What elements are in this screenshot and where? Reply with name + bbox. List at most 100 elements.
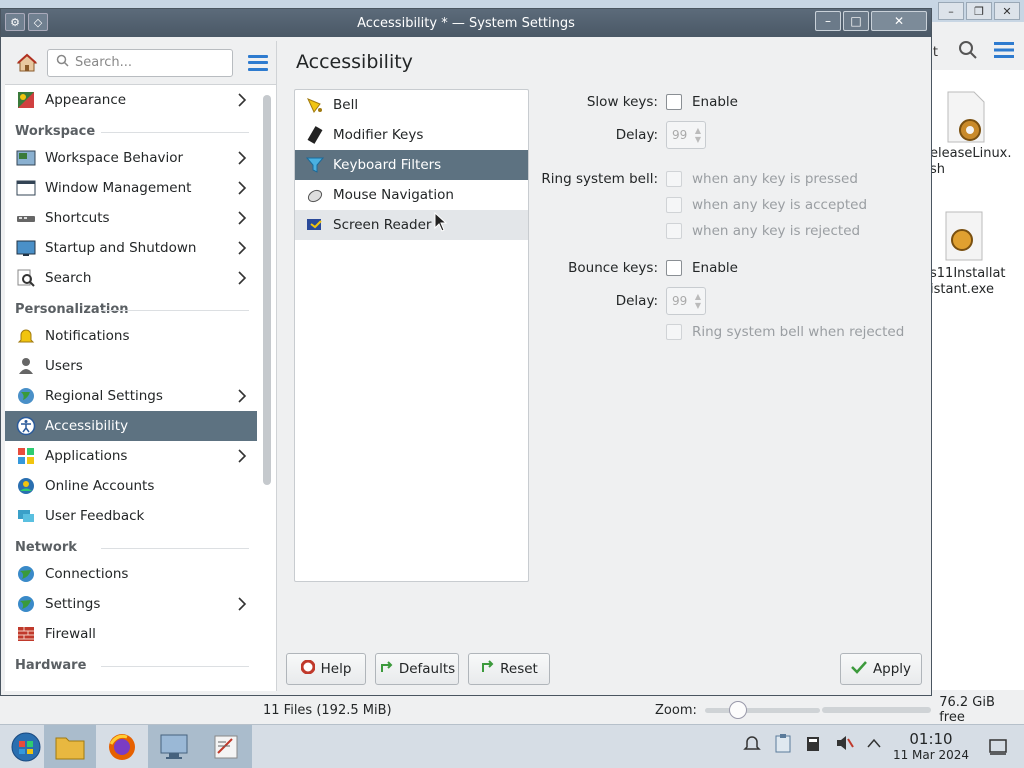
slow-delay-spinbox[interactable]: 99 ▲ ▼ [666, 121, 706, 149]
sidebar-item-label: Online Accounts [45, 478, 155, 494]
slow-keys-enable-label[interactable]: Enable [692, 94, 738, 110]
subpage-item-label: Screen Reader [333, 217, 432, 233]
bounce-keys-enable-label[interactable]: Enable [692, 260, 738, 276]
sidebar-item-users[interactable]: Users [5, 351, 257, 381]
startup-shutdown-icon [15, 237, 37, 259]
ring-rejected-checkbox[interactable] [666, 223, 682, 239]
sidebar-item-firewall[interactable]: Firewall [5, 619, 257, 649]
sidebar-item-online-accounts[interactable]: Online Accounts [5, 471, 257, 501]
sidebar-item-accessibility[interactable]: Accessibility [5, 411, 257, 441]
taskbar-file-manager[interactable] [44, 725, 96, 768]
defaults-button[interactable]: Defaults [375, 653, 459, 685]
search-icon [15, 267, 37, 289]
modifier-keys-icon [305, 125, 325, 145]
notification-bell-icon[interactable] [742, 733, 762, 757]
subpage-item-modifier-keys[interactable]: Modifier Keys [295, 120, 528, 150]
sidebar-item-label: Shortcuts [45, 210, 110, 226]
sidebar-item-appearance[interactable]: Appearance [5, 85, 257, 115]
bounce-ring-rejected-checkbox[interactable] [666, 324, 682, 340]
chevron-right-icon [237, 596, 247, 615]
subpage-item-mouse-navigation[interactable]: Mouse Navigation [295, 180, 528, 210]
subpage-item-screen-reader[interactable]: Screen Reader [295, 210, 528, 240]
search-field-icon [56, 54, 69, 71]
sidebar-item-workspace-behavior[interactable]: Workspace Behavior [5, 143, 257, 173]
workspace-behavior-icon [15, 147, 37, 169]
device-notifier-icon[interactable] [804, 733, 822, 757]
chevron-right-icon [237, 270, 247, 289]
taskbar-system-settings[interactable] [148, 725, 200, 768]
help-button[interactable]: Help [286, 653, 366, 685]
zoom-slider[interactable] [704, 700, 820, 719]
sidebar-item-label: Window Management [45, 180, 192, 196]
system-settings-window: ⚙ ◇ Accessibility * — System Settings – … [0, 8, 932, 696]
sidebar-scrollbar[interactable] [263, 95, 271, 485]
sidebar-item-connections[interactable]: Connections [5, 559, 257, 589]
chevron-right-icon [237, 240, 247, 259]
settings-sidebar: Search... Appearance Workspace Workspace B… [5, 41, 277, 691]
show-desktop-icon[interactable] [988, 737, 1008, 757]
sidebar-item-applications[interactable]: Applications [5, 441, 257, 471]
clock-time: 01:10 [909, 730, 953, 748]
bg-minimize-icon[interactable]: – [938, 2, 964, 20]
window-menu-icon[interactable]: ◇ [28, 13, 48, 31]
regional-settings-icon [15, 385, 37, 407]
sidebar-item-label: Search [45, 270, 92, 286]
close-button[interactable]: ✕ [871, 11, 927, 31]
sidebar-item-label: Appearance [45, 92, 127, 108]
bounce-keys-checkbox[interactable] [666, 260, 682, 276]
sidebar-item-window-management[interactable]: Window Management [5, 173, 257, 203]
bg-menu-icon[interactable] [994, 41, 1014, 63]
reset-button[interactable]: Reset [468, 653, 550, 685]
reset-icon [480, 660, 494, 678]
slow-delay-label: Delay: [615, 127, 658, 143]
sidebar-item-shortcuts[interactable]: Shortcuts [5, 203, 257, 233]
bg-close-icon[interactable]: ✕ [994, 2, 1020, 20]
slow-keys-checkbox[interactable] [666, 94, 682, 110]
maximize-button[interactable]: □ [843, 11, 869, 31]
script-gear-icon [942, 90, 992, 144]
file-item[interactable]: eleaseLinux. sh [930, 90, 1024, 178]
ring-accepted-label: when any key is accepted [692, 197, 868, 213]
zoom-label: Zoom: [655, 702, 697, 718]
bounce-delay-spinbox[interactable]: 99 ▲ ▼ [666, 287, 706, 315]
sidebar-item-settings[interactable]: Settings [5, 589, 257, 619]
slow-keys-label: Slow keys: [586, 94, 658, 110]
sidebar-item-label: Connections [45, 566, 129, 582]
ring-pressed-label: when any key is pressed [692, 171, 858, 187]
apply-button[interactable]: Apply [840, 653, 922, 685]
window-titlebar[interactable]: ⚙ ◇ Accessibility * — System Settings – … [1, 9, 931, 37]
sidebar-item-startup-and-shutdown[interactable]: Startup and Shutdown [5, 233, 257, 263]
bg-search-icon[interactable] [958, 40, 978, 64]
sidebar-item-search[interactable]: Search [5, 263, 257, 293]
clipboard-icon[interactable] [774, 733, 792, 757]
taskbar-firefox[interactable] [96, 725, 148, 768]
bell-icon [305, 95, 325, 115]
firewall-icon [15, 623, 37, 645]
window-app-icon[interactable]: ⚙ [5, 13, 25, 31]
digital-clock[interactable]: 01:10 11 Mar 2024 [888, 731, 974, 763]
bg-statusbar: 11 Files (192.5 MiB) Zoom: 76.2 GiB free [0, 695, 1024, 725]
spin-arrows-icon[interactable]: ▲ ▼ [695, 292, 701, 310]
sidebar-item-notifications[interactable]: Notifications [5, 321, 257, 351]
ring-pressed-checkbox[interactable] [666, 171, 682, 187]
sidebar-section-header: Workspace [5, 115, 257, 143]
subpage-item-bell[interactable]: Bell [295, 90, 528, 120]
volume-muted-icon[interactable] [834, 733, 854, 757]
sidebar-item-user-feedback[interactable]: User Feedback [5, 501, 257, 531]
bg-maximize-icon[interactable]: ❐ [966, 2, 992, 20]
network-settings-icon [15, 593, 37, 615]
file-item[interactable]: s11Installat istant.exe [930, 210, 1024, 298]
ring-accepted-checkbox[interactable] [666, 197, 682, 213]
chevron-right-icon [237, 150, 247, 169]
taskbar-text-editor[interactable] [200, 725, 252, 768]
sidebar-search-input[interactable]: Search... [47, 48, 233, 77]
minimize-button[interactable]: – [815, 11, 841, 31]
sidebar-item-regional-settings[interactable]: Regional Settings [5, 381, 257, 411]
tray-expand-chevron-icon[interactable] [866, 737, 882, 753]
hamburger-menu-icon[interactable] [247, 53, 269, 73]
subpage-item-keyboard-filters[interactable]: Keyboard Filters [295, 150, 528, 180]
home-icon[interactable] [15, 51, 39, 75]
spin-arrows-icon[interactable]: ▲ ▼ [695, 126, 701, 144]
bg-file-view[interactable]: eleaseLinux. sh s11Installat istant.exe [930, 70, 1024, 690]
zoom-slider-handle[interactable] [728, 700, 747, 719]
